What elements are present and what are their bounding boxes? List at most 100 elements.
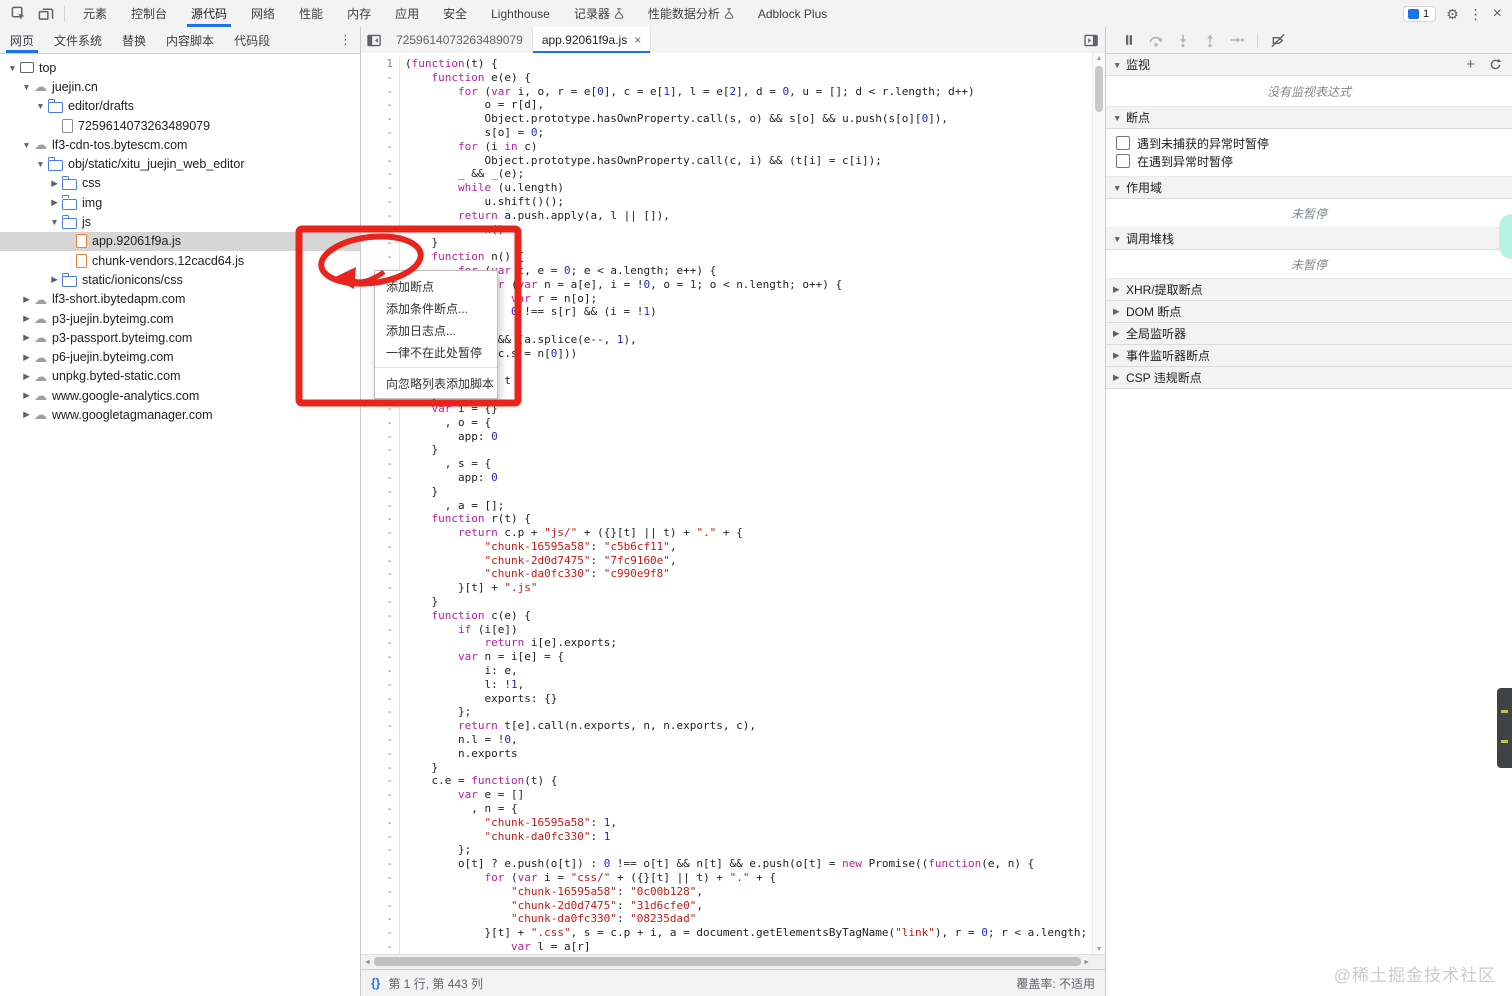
gutter-line-number[interactable]: -: [361, 415, 400, 430]
menu-item-add-breakpoint[interactable]: 添加断点: [375, 275, 497, 297]
tree-item[interactable]: ▶ ☁ p3-juejin.byteimg.com: [0, 309, 360, 328]
gutter-line-number[interactable]: -: [361, 139, 400, 154]
gutter-line-number[interactable]: -: [361, 153, 400, 168]
code-line[interactable]: - }: [361, 484, 1105, 499]
section-header-call-stack[interactable]: ▼ 调用堆栈: [1106, 228, 1512, 250]
code-line[interactable]: - function c(e) {: [361, 608, 1105, 623]
close-tab-icon[interactable]: ×: [634, 33, 641, 47]
navigator-toggle-icon[interactable]: [361, 27, 387, 53]
tree-arrow-icon[interactable]: ▼: [6, 63, 19, 73]
checkbox-icon[interactable]: [1116, 154, 1130, 168]
section-header-scope[interactable]: ▼ 作用域: [1106, 177, 1512, 199]
tree-arrow-icon[interactable]: ▼: [34, 101, 47, 111]
console-messages-badge[interactable]: 1: [1402, 5, 1437, 22]
tree-item[interactable]: ▶ ☁ p3-passport.byteimg.com: [0, 328, 360, 347]
gutter-line-number[interactable]: -: [361, 401, 400, 416]
gutter-line-number[interactable]: -: [361, 595, 400, 609]
gutter-line-number[interactable]: -: [361, 498, 400, 513]
gutter-line-number[interactable]: -: [361, 802, 400, 816]
deactivate-breakpoints-icon[interactable]: [1269, 31, 1287, 49]
editor-horizontal-scrollbar[interactable]: ◄ ►: [361, 954, 1105, 969]
code-line[interactable]: - function r(t) {: [361, 512, 1105, 527]
code-line[interactable]: - s[o] = 0;: [361, 125, 1105, 140]
code-line[interactable]: - Object.prototype.hasOwnProperty.call(s…: [361, 112, 1105, 126]
step-icon[interactable]: [1228, 31, 1246, 49]
gutter-line-number[interactable]: -: [361, 84, 400, 99]
tab-recorder[interactable]: 记录器: [562, 0, 636, 27]
code-line[interactable]: - _ && _(e);: [361, 167, 1105, 182]
gutter-line-number[interactable]: -: [361, 457, 400, 471]
tree-arrow-icon[interactable]: ▶: [20, 294, 33, 305]
tab-elements[interactable]: 元素: [71, 0, 119, 27]
gutter-line-number[interactable]: -: [361, 112, 400, 126]
code-line[interactable]: - , a = [];: [361, 498, 1105, 513]
gutter-line-number[interactable]: -: [361, 940, 400, 954]
scroll-down-icon[interactable]: ▼: [1093, 946, 1105, 953]
gutter-line-number[interactable]: 1: [361, 57, 400, 71]
tree-arrow-icon[interactable]: ▶: [20, 371, 33, 382]
gutter-line-number[interactable]: -: [361, 98, 400, 113]
scroll-left-icon[interactable]: ◄: [364, 955, 371, 969]
section-header-event-listener-breakpoints[interactable]: ▶ 事件监听器断点: [1106, 345, 1512, 367]
gutter-line-number[interactable]: -: [361, 194, 400, 209]
code-line[interactable]: - return i[e].exports;: [361, 636, 1105, 651]
code-line[interactable]: - app: 0: [361, 429, 1105, 444]
gutter-line-number[interactable]: -: [361, 871, 400, 885]
tree-item[interactable]: app.92061f9a.js: [0, 231, 360, 251]
menu-item-add-script-to-ignore-list[interactable]: 向忽略列表添加脚本: [375, 372, 497, 394]
gutter-line-number[interactable]: -: [361, 429, 400, 444]
gutter-line-number[interactable]: -: [361, 539, 400, 554]
code-line[interactable]: - if (i[e]): [361, 622, 1105, 637]
section-header-watch[interactable]: ▼ 监视 +: [1106, 54, 1512, 76]
tree-item[interactable]: ▶ img: [0, 193, 360, 212]
step-into-icon[interactable]: [1174, 31, 1192, 49]
tree-item[interactable]: ▼ top: [0, 58, 360, 77]
tab-application[interactable]: 应用: [383, 0, 431, 27]
code-line[interactable]: - return a.push.apply(a, l || []),: [361, 208, 1105, 223]
section-header-global-listeners[interactable]: ▶ 全局监听器: [1106, 323, 1512, 345]
code-line[interactable]: - var n = i[e] = {: [361, 650, 1105, 665]
gutter-line-number[interactable]: -: [361, 167, 400, 182]
tree-arrow-icon[interactable]: ▼: [34, 159, 47, 169]
code-line[interactable]: - for (var i = "css/" + ({}[t] || t) + "…: [361, 871, 1105, 885]
tree-arrow-icon[interactable]: ▼: [20, 82, 33, 92]
sidebar-tab-page[interactable]: 网页: [0, 27, 44, 53]
tree-item[interactable]: ▼ editor/drafts: [0, 97, 360, 116]
step-out-icon[interactable]: [1201, 31, 1219, 49]
code-line[interactable]: - function e(e) {: [361, 70, 1105, 85]
step-over-icon[interactable]: [1147, 31, 1165, 49]
code-line[interactable]: - for (i in c): [361, 139, 1105, 154]
gutter-line-number[interactable]: -: [361, 677, 400, 692]
code-line[interactable]: - u.shift()();: [361, 194, 1105, 209]
gutter-line-number[interactable]: -: [361, 760, 400, 775]
gutter-line-number[interactable]: -: [361, 650, 400, 665]
gutter-line-number[interactable]: -: [361, 884, 400, 899]
section-header-dom-breakpoints[interactable]: ▶ DOM 断点: [1106, 301, 1512, 323]
tree-item[interactable]: ▶ ☁ www.googletagmanager.com: [0, 405, 360, 424]
tab-performance[interactable]: 性能: [287, 0, 335, 27]
tab-security[interactable]: 安全: [431, 0, 479, 27]
code-line[interactable]: - "chunk-16595a58": "c5b6cf11",: [361, 539, 1105, 554]
file-tab-draft-doc[interactable]: 7259614073263489079: [387, 27, 533, 53]
tab-adblock-plus[interactable]: Adblock Plus: [746, 0, 839, 27]
code-line[interactable]: - i: e,: [361, 664, 1105, 678]
gutter-line-number[interactable]: -: [361, 581, 400, 596]
code-line[interactable]: - app: 0: [361, 470, 1105, 485]
tree-item[interactable]: ▶ ☁ unpkg.byted-static.com: [0, 367, 360, 386]
sidebar-tab-filesystem[interactable]: 文件系统: [44, 27, 112, 53]
code-line[interactable]: - }: [361, 443, 1105, 458]
gutter-line-number[interactable]: -: [361, 443, 400, 458]
menu-item-add-conditional-breakpoint[interactable]: 添加条件断点...: [375, 297, 497, 319]
gutter-line-number[interactable]: -: [361, 553, 400, 568]
inspect-element-icon[interactable]: [8, 5, 28, 23]
code-line[interactable]: - "chunk-2d0d7475": "31d6cfe0",: [361, 898, 1105, 913]
code-line[interactable]: - }: [361, 236, 1105, 251]
gutter-line-number[interactable]: -: [361, 705, 400, 720]
add-watch-icon[interactable]: +: [1466, 57, 1475, 72]
gutter-line-number[interactable]: -: [361, 898, 400, 913]
pause-script-icon[interactable]: [1120, 31, 1138, 49]
code-line[interactable]: - var e = []: [361, 788, 1105, 803]
code-line[interactable]: - n(): [361, 222, 1105, 237]
gutter-line-number[interactable]: -: [361, 843, 400, 858]
tab-performance-insights[interactable]: 性能数据分析: [636, 0, 746, 27]
